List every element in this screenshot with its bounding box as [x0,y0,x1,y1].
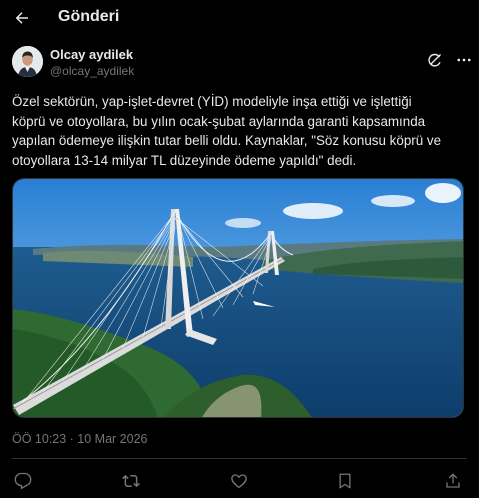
reply-icon [14,472,32,490]
grok-icon [427,53,441,67]
bookmark-button[interactable] [332,468,358,494]
post-text: Özel sektörün, yap-işlet-devret (YİD) mo… [12,92,468,170]
more-options-button[interactable] [452,48,476,72]
post-author-row: Olcay aydilek @olcay_aydilek [12,46,471,82]
top-bar: Gönderi [0,0,479,36]
reply-button[interactable] [10,468,36,494]
author-handle[interactable]: @olcay_aydilek [50,64,134,78]
page-title: Gönderi [58,8,120,25]
bookmark-icon [339,473,351,489]
post-text-line: yapılan ödemeye ilişkin tutar belli oldu… [12,133,442,148]
back-button[interactable] [8,4,36,32]
divider [12,458,467,459]
post-text-line: Özel sektörün, yap-işlet-devret (YİD) mo… [12,94,412,109]
more-horizontal-icon [457,58,471,62]
post-media-image[interactable] [12,178,464,418]
suspension-bridge-photo [13,179,463,417]
repost-button[interactable] [118,468,144,494]
grok-button[interactable] [422,48,446,72]
author-name[interactable]: Olcay aydilek [50,47,133,62]
repost-icon [122,474,140,488]
avatar[interactable] [12,46,43,77]
post-text-line: köprü ve otoyollara, bu yılın ocak-şubat… [12,113,426,129]
arrow-left-icon [15,12,28,24]
post-actions-bar [0,466,479,494]
post-timestamp[interactable]: ÖÖ 10:23 · 10 Mar 2026 [12,432,148,446]
share-button[interactable] [440,468,466,494]
post-text-line: otoyollara 13-14 milyar TL düzeyinde öde… [12,152,357,168]
like-icon [231,474,247,489]
share-icon [446,473,460,488]
like-button[interactable] [226,468,252,494]
